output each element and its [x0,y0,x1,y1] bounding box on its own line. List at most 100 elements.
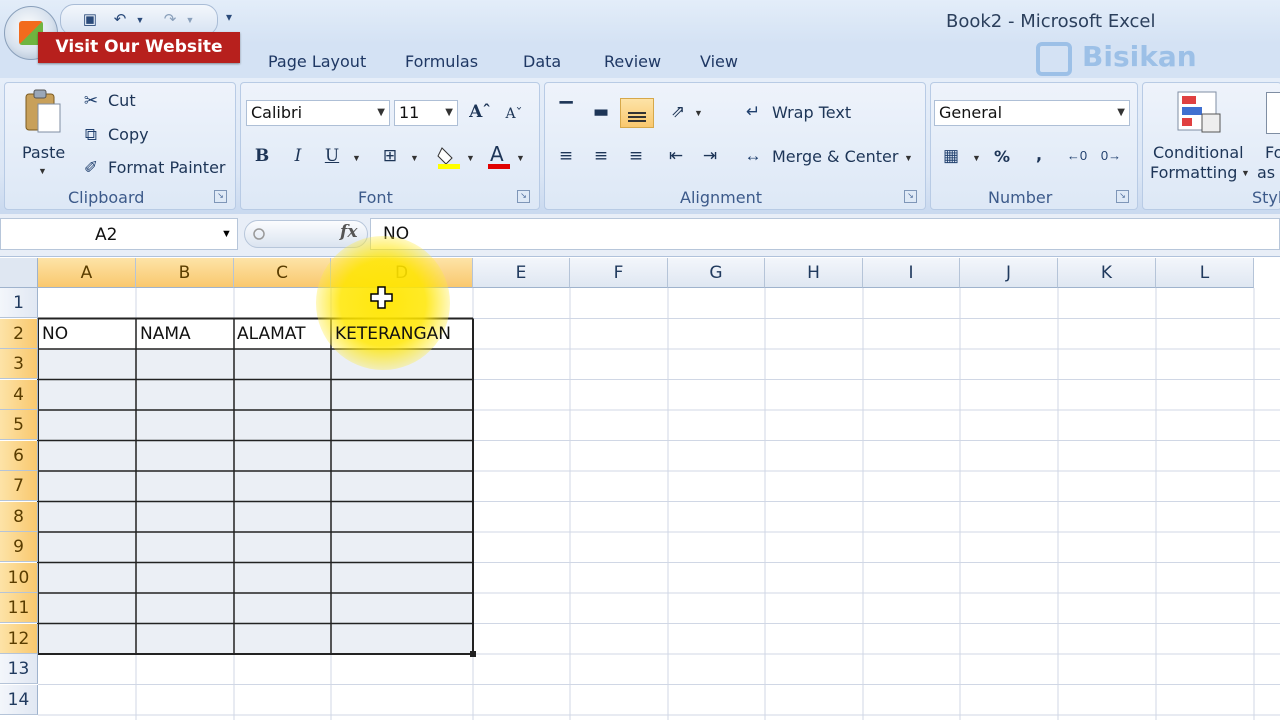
chevron-down-icon[interactable]: ▼ [221,228,232,240]
align-left-icon[interactable]: ≡ [554,144,578,168]
underline-button[interactable]: U [320,144,344,168]
format-as-table-label-2[interactable]: as T [1257,163,1280,182]
cut-button[interactable]: Cut [108,91,136,110]
column-header-g[interactable]: G [668,258,765,288]
underline-dropdown-icon[interactable]: ▼ [352,153,361,163]
align-right-icon[interactable]: ≡ [624,144,648,168]
formula-input[interactable]: NO [370,218,1280,250]
merge-dropdown-icon[interactable]: ▼ [904,153,913,163]
undo-icon[interactable]: ↶ [111,11,129,29]
column-header-b[interactable]: B [136,258,234,288]
number-format-select[interactable]: General ▼ [934,100,1130,126]
cell-d2[interactable]: KETERANGAN [335,324,451,344]
format-as-table-icon[interactable] [1266,92,1280,134]
save-icon[interactable]: ▣ [81,11,99,29]
copy-button[interactable]: Copy [108,125,149,144]
grow-font-icon[interactable]: Aˆ [468,100,492,124]
row-header-12[interactable]: 12 [0,623,38,654]
tab-data[interactable]: Data [523,52,561,71]
align-center-icon[interactable]: ≡ [589,144,613,168]
align-top-icon[interactable]: ▔ [554,100,578,124]
row-header-11[interactable]: 11 [0,593,38,623]
row-header-5[interactable]: 5 [0,410,38,440]
row-header-9[interactable]: 9 [0,532,38,562]
tab-review[interactable]: Review [604,52,661,71]
conditional-formatting-label-2[interactable]: Formatting [1150,163,1237,182]
format-as-table-label-1[interactable]: Fo [1265,143,1280,162]
row-header-7[interactable]: 7 [0,471,38,501]
column-header-f[interactable]: F [570,258,668,288]
align-middle-icon[interactable]: ▬ [589,100,613,124]
orientation-icon[interactable]: ⇗ [666,100,690,124]
merge-center-icon[interactable]: ↔ [742,145,764,167]
column-header-i[interactable]: I [863,258,960,288]
increase-indent-icon[interactable]: ⇥ [698,144,722,168]
cell-a2[interactable]: NO [42,324,68,344]
row-header-14[interactable]: 14 [0,684,38,715]
row-header-10[interactable]: 10 [0,562,38,593]
insert-function-icon[interactable]: fx [340,222,357,242]
paste-button[interactable]: Paste [22,143,65,162]
paste-dropdown-icon[interactable]: ▼ [38,166,47,176]
currency-dropdown-icon[interactable]: ▼ [972,153,981,163]
font-color-icon[interactable]: A [486,142,512,170]
orientation-dropdown-icon[interactable]: ▼ [694,108,703,118]
copy-icon[interactable]: ⧉ [80,124,102,146]
column-header-e[interactable]: E [473,258,570,288]
column-header-k[interactable]: K [1058,258,1156,288]
cut-icon[interactable]: ✂ [80,90,102,112]
undo-dropdown-icon[interactable]: ▼ [131,11,149,29]
row-header-3[interactable]: 3 [0,349,38,379]
decrease-indent-icon[interactable]: ⇤ [664,144,688,168]
merge-center-button[interactable]: Merge & Center [772,147,898,166]
comma-button[interactable]: , [1036,145,1042,164]
alignment-launcher-icon[interactable]: ↘ [904,190,917,203]
cell-c2[interactable]: ALAMAT [237,324,305,344]
font-size-select[interactable]: 11 ▼ [394,100,458,126]
font-launcher-icon[interactable]: ↘ [517,190,530,203]
italic-button[interactable]: I [286,144,310,168]
number-launcher-icon[interactable]: ↘ [1116,190,1129,203]
column-header-l[interactable]: L [1156,258,1254,288]
row-header-13[interactable]: 13 [0,654,38,684]
conditional-formatting-icon[interactable] [1176,90,1224,136]
row-header-2[interactable]: 2 [0,318,38,349]
column-header-c[interactable]: C [234,258,331,288]
clipboard-launcher-icon[interactable]: ↘ [214,190,227,203]
fill-color-icon[interactable] [436,144,462,170]
tab-page-layout[interactable]: Page Layout [268,52,366,71]
wrap-text-button[interactable]: Wrap Text [772,103,851,122]
name-box[interactable]: A2 ▼ [0,218,238,250]
row-header-1[interactable]: 1 [0,288,38,318]
row-header-6[interactable]: 6 [0,440,38,471]
currency-icon[interactable]: ▦ [940,145,962,167]
column-header-a[interactable]: A [38,258,136,288]
percent-button[interactable]: % [994,147,1010,166]
increase-decimal-icon[interactable]: ←0 [1066,145,1088,167]
redo-icon[interactable]: ↷ [161,11,179,29]
align-bottom-icon[interactable] [620,98,654,128]
format-painter-button[interactable]: Format Painter [108,158,225,177]
paste-icon[interactable] [22,88,64,136]
cell-b2[interactable]: NAMA [140,324,191,344]
conditional-formatting-dropdown-icon[interactable]: ▼ [1241,168,1250,178]
select-all-corner[interactable] [0,258,38,288]
row-header-4[interactable]: 4 [0,379,38,410]
format-painter-icon[interactable]: ✐ [80,157,102,179]
column-header-h[interactable]: H [765,258,863,288]
redo-dropdown-icon[interactable]: ▼ [181,11,199,29]
visit-website-banner[interactable]: Visit Our Website [38,32,240,63]
fill-color-dropdown-icon[interactable]: ▼ [466,153,475,163]
shrink-font-icon[interactable]: Aˇ [502,102,526,126]
decrease-decimal-icon[interactable]: 0→ [1100,145,1122,167]
wrap-text-icon[interactable]: ↵ [742,101,764,123]
font-color-dropdown-icon[interactable]: ▼ [516,153,525,163]
font-name-select[interactable]: Calibri ▼ [246,100,390,126]
column-header-j[interactable]: J [960,258,1058,288]
customize-qat-icon[interactable]: ▾ [226,10,232,24]
tab-view[interactable]: View [700,52,738,71]
borders-icon[interactable]: ⊞ [378,144,402,168]
row-header-8[interactable]: 8 [0,501,38,532]
conditional-formatting-label-1[interactable]: Conditional [1153,143,1244,162]
tab-formulas[interactable]: Formulas [405,52,478,71]
